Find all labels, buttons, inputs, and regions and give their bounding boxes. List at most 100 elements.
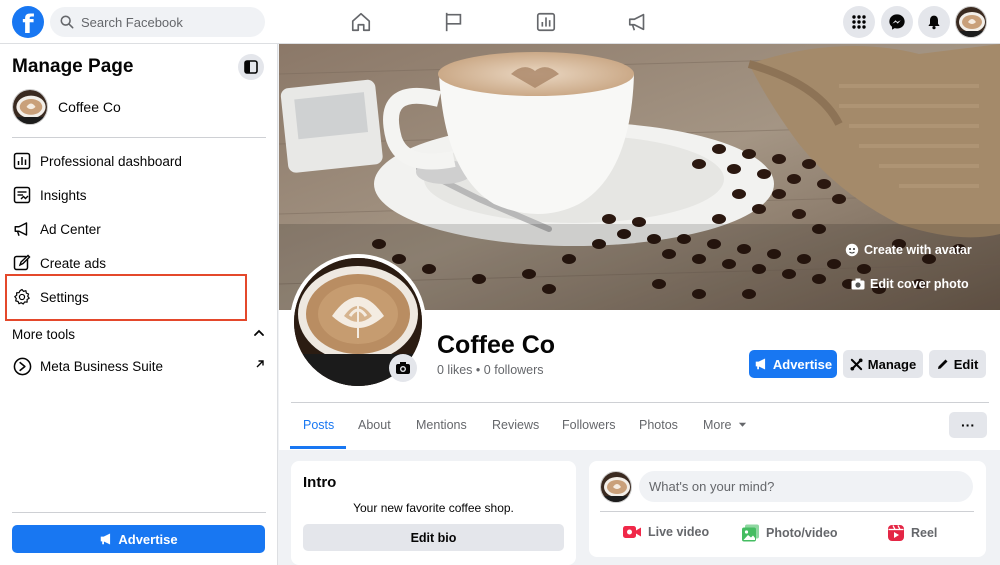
create-with-avatar-button[interactable]: Create with avatar [845, 243, 972, 257]
tab-about[interactable]: About [358, 418, 391, 432]
active-tab-indicator [290, 446, 346, 449]
messenger-icon [889, 14, 905, 30]
avatar-icon [845, 243, 859, 257]
manage-button[interactable]: Manage [843, 350, 923, 378]
stats-separator: • [475, 363, 481, 377]
tabs-divider [291, 402, 989, 403]
edit-cover-photo-button[interactable]: Edit cover photo [851, 277, 969, 291]
tab-mentions[interactable]: Mentions [416, 418, 467, 432]
reel-label: Reel [911, 526, 938, 540]
notifications-icon [928, 15, 940, 30]
sidebar-item-insights[interactable]: Insights [12, 183, 87, 207]
search-icon [60, 15, 74, 29]
caret-down-icon [738, 422, 747, 427]
chevron-up-icon[interactable] [253, 327, 265, 339]
live-video-label: Live video [648, 525, 710, 539]
tab-more-label: More [703, 418, 732, 432]
search-placeholder: Search Facebook [81, 14, 183, 30]
page-stats: 0 likes • 0 followers [437, 363, 544, 377]
update-profile-picture-button[interactable] [389, 354, 417, 382]
sidebar-item-meta-business-suite[interactable]: Meta Business Suite [12, 354, 163, 378]
coffee-cup-avatar-image [601, 472, 631, 502]
menu-grid-icon [852, 15, 866, 29]
sidebar-item-label: Insights [40, 187, 87, 203]
coffee-cup-avatar-image [956, 7, 986, 37]
tab-photos[interactable]: Photos [639, 418, 678, 432]
edit-bio-button[interactable]: Edit bio [303, 524, 564, 551]
sidebar-item-create-ads[interactable]: Create ads [12, 251, 106, 275]
reel-button[interactable]: Reel [887, 524, 937, 542]
advertise-button[interactable]: Advertise [749, 350, 837, 378]
sidebar-item-label: Professional dashboard [40, 153, 182, 169]
photo-icon [742, 524, 759, 542]
sidebar-divider [12, 512, 266, 513]
photo-video-button[interactable]: Photo/video [741, 524, 838, 542]
edit-cover-photo-label: Edit cover photo [870, 277, 969, 291]
whats-on-your-mind-input[interactable]: What's on your mind? [639, 471, 973, 502]
home-icon[interactable] [350, 11, 372, 33]
reel-icon [888, 525, 904, 541]
sidebar-page-switcher[interactable]: Coffee Co [12, 89, 121, 125]
edit-button[interactable]: Edit [929, 350, 986, 378]
camera-icon [396, 362, 410, 374]
account-avatar[interactable] [955, 6, 987, 38]
followers-count[interactable]: 0 followers [484, 363, 544, 377]
photo-video-label: Photo/video [766, 526, 838, 540]
tab-posts[interactable]: Posts [303, 418, 334, 432]
notifications-button[interactable] [918, 6, 950, 38]
create-with-avatar-label: Create with avatar [864, 243, 972, 257]
pencil-icon [12, 253, 32, 273]
sidebar-divider [12, 137, 266, 138]
sidebar-item-professional-dashboard[interactable]: Professional dashboard [12, 149, 182, 173]
external-link-arrow-icon [256, 360, 264, 368]
messenger-button[interactable] [881, 6, 913, 38]
advertise-label: Advertise [772, 356, 833, 372]
megaphone-icon [101, 533, 111, 545]
advertise-label: Advertise [118, 531, 178, 547]
live-video-icon [623, 526, 641, 538]
dashboard-icon [12, 151, 32, 171]
sidebar-panel-icon [244, 60, 258, 74]
manage-page-sidebar: Manage Page Coffee Co Professional dashb… [0, 44, 278, 565]
intro-description: Your new favorite coffee shop. [353, 501, 514, 515]
meta-business-suite-icon [12, 356, 32, 376]
intro-title: Intro [303, 474, 337, 491]
megaphone-icon [755, 358, 765, 370]
megaphone-icon [12, 219, 32, 239]
post-composer: What's on your mind? Live video Photo/vi… [589, 461, 986, 557]
composer-divider [600, 511, 974, 512]
pencil-icon [937, 359, 948, 369]
megaphone-icon[interactable] [627, 11, 649, 33]
tools-icon [850, 357, 863, 371]
sidebar-item-label: Meta Business Suite [40, 358, 164, 374]
tab-more[interactable]: More [703, 418, 747, 432]
more-options-button[interactable]: ··· [949, 412, 987, 438]
live-video-button[interactable]: Live video [622, 524, 709, 540]
insights-icon [12, 185, 32, 205]
intro-card: Intro Your new favorite coffee shop. Edi… [291, 461, 576, 565]
likes-count[interactable]: 0 likes [437, 363, 472, 377]
camera-icon [851, 278, 865, 290]
facebook-logo[interactable]: f [12, 6, 44, 38]
sidebar-item-label: Create ads [40, 255, 107, 271]
flag-icon[interactable] [443, 11, 465, 33]
page-avatar [12, 89, 48, 125]
sidebar-title: Manage Page [12, 56, 134, 77]
sidebar-item-ad-center[interactable]: Ad Center [12, 217, 101, 241]
edit-label: Edit [953, 356, 979, 372]
composer-avatar[interactable] [600, 471, 632, 503]
search-input[interactable]: Search Facebook [50, 7, 265, 37]
tab-followers[interactable]: Followers [562, 418, 616, 432]
chart-icon[interactable] [535, 11, 557, 33]
coffee-cup-avatar-image [13, 90, 47, 124]
sidebar-advertise-button[interactable]: Advertise [12, 525, 265, 553]
tab-reviews[interactable]: Reviews [492, 418, 539, 432]
menu-grid-button[interactable] [843, 6, 875, 38]
settings-highlight-box [5, 274, 247, 321]
sidebar-page-name: Coffee Co [58, 99, 121, 115]
top-navigation-bar: f Search Facebook [0, 0, 1000, 44]
more-tools-heading[interactable]: More tools [12, 327, 75, 342]
manage-label: Manage [867, 356, 917, 372]
sidebar-toggle-button[interactable] [238, 54, 264, 80]
sidebar-item-label: Ad Center [40, 221, 101, 237]
